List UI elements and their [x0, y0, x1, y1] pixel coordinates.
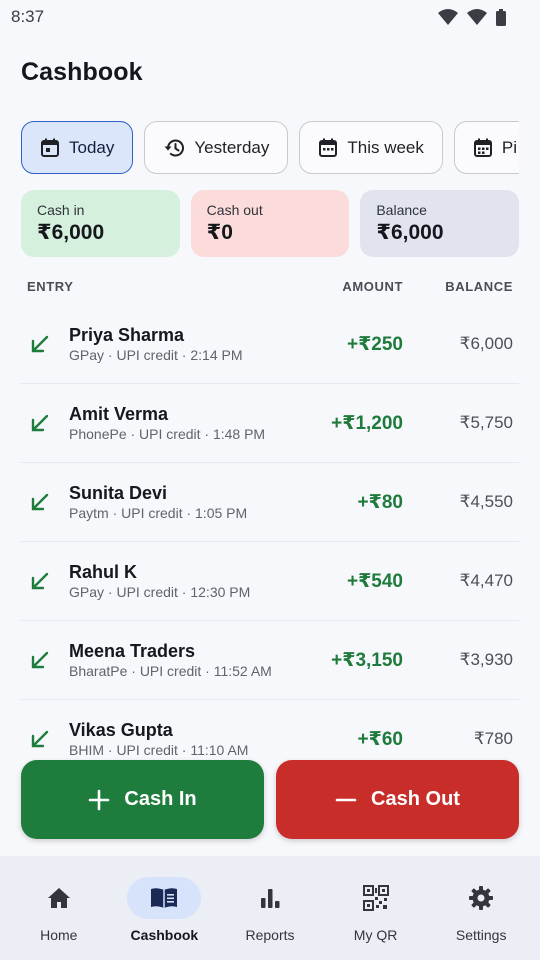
calendar-icon — [319, 138, 338, 157]
cash-in-summary-card: Cash in ₹6,000 — [21, 190, 180, 257]
status-bar: 8:37 — [0, 0, 540, 34]
entry-amount: +₹80 — [357, 492, 403, 513]
nav-label: Home — [40, 927, 78, 943]
table-row[interactable]: Sunita Devi Paytm · UPI credit · 1:05 PM… — [21, 463, 519, 542]
nav-icon-container — [339, 877, 413, 919]
cash-in-button-label: Cash In — [124, 788, 197, 810]
table-header: ENTRY AMOUNT BALANCE — [27, 276, 513, 296]
entry-name: Rahul K — [69, 562, 138, 582]
cash-out-summary-card: Cash out ₹0 — [190, 190, 350, 257]
entry-meta: BHIM · UPI credit · 11:10 AM — [69, 742, 249, 758]
entry-balance: ₹4,550 — [459, 492, 513, 511]
chip-today[interactable]: Today — [21, 121, 134, 174]
qr-code-icon — [362, 885, 389, 911]
calendar-icon — [41, 138, 59, 157]
wifi-icon — [467, 9, 487, 25]
table-row[interactable]: Priya Sharma GPay · UPI credit · 2:14 PM… — [21, 305, 519, 384]
minus-icon — [335, 798, 357, 801]
calendar-icon — [473, 138, 492, 157]
summary-cards: Cash in ₹6,000 Cash out ₹0 Balance ₹6,00… — [21, 190, 520, 257]
table-row[interactable]: Amit Verma PhonePe · UPI credit · 1:48 P… — [21, 384, 519, 463]
wifi-icon — [438, 9, 458, 25]
status-time: 8:37 — [11, 7, 45, 26]
entry-name: Meena Traders — [69, 641, 196, 661]
balance-label: Balance — [376, 202, 427, 218]
battery-icon — [496, 8, 506, 26]
book-icon — [151, 888, 178, 908]
entry-amount: +₹540 — [346, 571, 403, 592]
balance-summary-card: Balance ₹6,000 — [360, 190, 520, 257]
nav-icon-container — [127, 877, 202, 919]
arrow-down-left-icon — [31, 335, 49, 353]
entry-balance: ₹6,000 — [459, 334, 513, 353]
cash-in-button[interactable]: Cash In — [21, 760, 264, 839]
column-header-amount: AMOUNT — [342, 279, 403, 294]
nav-icon-container — [444, 877, 518, 919]
entry-balance: ₹780 — [473, 729, 513, 748]
entry-meta: GPay · UPI credit · 12:30 PM — [69, 584, 251, 600]
balance-value: ₹6,000 — [376, 221, 444, 244]
entry-amount: +₹3,150 — [331, 650, 403, 671]
chip-label: Today — [69, 137, 115, 157]
entry-meta: BharatPe · UPI credit · 11:52 AM — [69, 663, 272, 679]
cash-out-label: Cash out — [206, 202, 263, 218]
table-row[interactable]: Meena Traders BharatPe · UPI credit · 11… — [21, 621, 519, 700]
entry-balance: ₹3,930 — [459, 650, 513, 669]
nav-icon-container — [233, 877, 307, 919]
cash-out-value: ₹0 — [206, 221, 233, 244]
entry-name: Vikas Gupta — [69, 720, 173, 740]
chip-yesterday[interactable]: Yesterday — [144, 121, 289, 174]
chip-label: Pi — [501, 137, 518, 157]
chip-this-week[interactable]: This week — [299, 121, 443, 174]
cash-in-label: Cash in — [37, 202, 85, 218]
bottom-navigation: Home Cashbook Reports My QR Settings — [0, 856, 540, 960]
nav-label: My QR — [353, 927, 398, 943]
column-header-entry: ENTRY — [27, 279, 74, 294]
nav-item-home[interactable]: Home — [9, 856, 109, 960]
cash-out-button[interactable]: Cash Out — [276, 760, 519, 839]
transaction-list[interactable]: Priya Sharma GPay · UPI credit · 2:14 PM… — [21, 305, 519, 760]
entry-meta: GPay · UPI credit · 2:14 PM — [69, 347, 243, 363]
entry-amount: +₹250 — [346, 334, 403, 355]
entry-name: Amit Verma — [69, 404, 169, 424]
arrow-down-left-icon — [31, 651, 49, 669]
nav-item-settings[interactable]: Settings — [431, 856, 531, 960]
table-row[interactable]: Rahul K GPay · UPI credit · 12:30 PM +₹5… — [21, 542, 519, 621]
chip-pick-date[interactable]: Pi — [453, 121, 519, 174]
nav-item-cashbook[interactable]: Cashbook — [114, 856, 214, 960]
entry-meta: PhonePe · UPI credit · 1:48 PM — [69, 426, 266, 442]
date-filter-chips: Today Yesterday This week Pi — [21, 121, 519, 175]
history-icon — [164, 139, 185, 156]
cash-in-value: ₹6,000 — [37, 221, 105, 244]
nav-item-reports[interactable]: Reports — [220, 856, 320, 960]
column-header-balance: BALANCE — [445, 279, 513, 294]
arrow-down-left-icon — [31, 730, 49, 748]
chip-label: Yesterday — [194, 137, 270, 157]
entry-meta: Paytm · UPI credit · 1:05 PM — [69, 505, 248, 521]
arrow-down-left-icon — [31, 493, 49, 511]
nav-label: Cashbook — [130, 927, 199, 943]
chip-label: This week — [347, 137, 424, 157]
gear-icon — [469, 886, 494, 910]
nav-label: Reports — [245, 927, 295, 943]
home-icon — [47, 888, 70, 908]
arrow-down-left-icon — [31, 572, 49, 590]
nav-item-my-qr[interactable]: My QR — [326, 856, 426, 960]
entry-balance: ₹4,470 — [459, 571, 513, 590]
nav-label: Settings — [455, 927, 507, 943]
entry-name: Priya Sharma — [69, 325, 185, 345]
cash-out-button-label: Cash Out — [371, 788, 460, 810]
entry-name: Sunita Devi — [69, 483, 168, 503]
entry-amount: +₹1,200 — [331, 413, 403, 434]
page-title: Cashbook — [21, 58, 143, 86]
arrow-down-left-icon — [31, 414, 49, 432]
nav-icon-container — [22, 877, 96, 919]
status-icons — [438, 8, 506, 26]
entry-balance: ₹5,750 — [459, 413, 513, 432]
plus-icon — [89, 789, 110, 810]
entry-amount: +₹60 — [357, 729, 403, 750]
bar-chart-icon — [260, 889, 280, 908]
table-row[interactable]: Vikas Gupta BHIM · UPI credit · 11:10 AM… — [21, 700, 519, 760]
